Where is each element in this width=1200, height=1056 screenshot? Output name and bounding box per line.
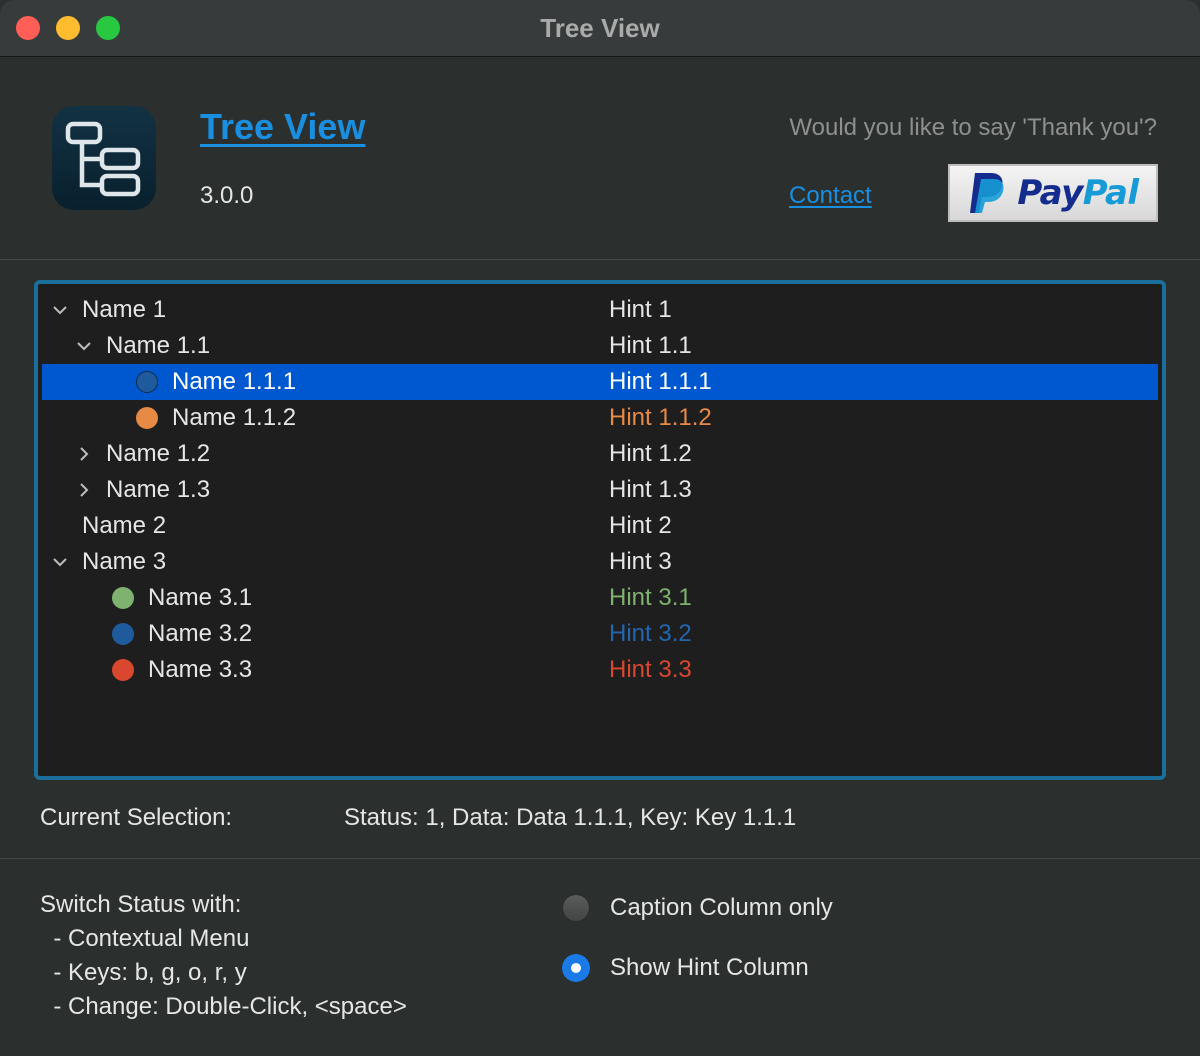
chevron-down-icon[interactable] xyxy=(50,292,70,328)
help-heading: Switch Status with: xyxy=(40,891,242,918)
row-name: Name 3.3 xyxy=(148,656,253,683)
tree-row[interactable]: Name 1.3 Hint 1.3 xyxy=(42,472,1158,508)
app-window: Tree View Tree View 3.0.0 Would you like… xyxy=(0,0,1200,1056)
row-name: Name 1.1.1 xyxy=(172,368,297,395)
row-name: Name 1.3 xyxy=(106,476,211,503)
app-version: 3.0.0 xyxy=(200,182,254,209)
row-name: Name 1.1 xyxy=(106,332,211,359)
paypal-button[interactable]: PayPal xyxy=(948,164,1158,222)
help-line: - Contextual Menu xyxy=(40,925,250,952)
row-name: Name 1 xyxy=(82,296,167,323)
tree-row[interactable]: Name 3 Hint 3 xyxy=(42,544,1158,580)
paypal-p-icon xyxy=(970,173,1005,213)
help-line: - Change: Double-Click, <space> xyxy=(40,993,407,1020)
thank-you-prompt: Would you like to say 'Thank you'? xyxy=(789,114,1157,141)
window-title: Tree View xyxy=(540,13,660,43)
help-line: - Keys: b, g, o, r, y xyxy=(40,959,247,986)
status-dot-red-icon xyxy=(112,659,134,681)
row-name: Name 2 xyxy=(82,512,167,539)
tree-row[interactable]: Name 1.2 Hint 1.2 xyxy=(42,436,1158,472)
caption-column-only-option[interactable]: Caption Column only xyxy=(562,893,833,923)
row-name: Name 1.2 xyxy=(106,440,211,467)
radio-selected[interactable] xyxy=(562,954,590,982)
tree-row-selected[interactable]: Name 1.1.1 Hint 1.1.1 xyxy=(42,364,1158,400)
tree-outline-view[interactable]: Name 1 Hint 1 Name 1.1 Hint 1.1 Name 1.1… xyxy=(34,280,1166,780)
current-selection-value: Status: 1, Data: Data 1.1.1, Key: Key 1.… xyxy=(344,804,797,831)
app-tree-icon xyxy=(52,106,156,210)
tree-row[interactable]: Name 1.1 Hint 1.1 xyxy=(42,328,1158,364)
tree-row[interactable]: Name 1.1.2 Hint 1.1.2 xyxy=(42,400,1158,436)
header-divider xyxy=(0,259,1200,260)
row-hint: Hint 1.1.1 xyxy=(609,368,712,395)
row-hint: Hint 1.1 xyxy=(609,332,692,359)
status-dot-green-icon xyxy=(112,587,134,609)
chevron-right-icon[interactable] xyxy=(74,436,94,472)
row-hint: Hint 3.1 xyxy=(609,584,692,611)
tree-row[interactable]: Name 3.3 Hint 3.3 xyxy=(42,652,1158,688)
tree-rows: Name 1 Hint 1 Name 1.1 Hint 1.1 Name 1.1… xyxy=(42,292,1158,688)
app-name-link[interactable]: Tree View xyxy=(200,106,365,148)
row-name: Name 3 xyxy=(82,548,167,575)
status-dot-blue-icon xyxy=(136,371,158,393)
row-hint: Hint 1.1.2 xyxy=(609,404,712,431)
radio-label: Caption Column only xyxy=(610,894,833,921)
radio-unselected[interactable] xyxy=(562,894,590,922)
row-name: Name 1.1.2 xyxy=(172,404,297,431)
row-name: Name 3.1 xyxy=(148,584,253,611)
title-bar: Tree View xyxy=(0,0,1200,57)
status-dot-orange-icon xyxy=(136,407,158,429)
row-hint: Hint 1 xyxy=(609,296,672,323)
chevron-down-icon[interactable] xyxy=(50,544,70,580)
tree-row[interactable]: Name 3.2 Hint 3.2 xyxy=(42,616,1158,652)
status-dot-blue-icon xyxy=(112,623,134,645)
row-hint: Hint 3.2 xyxy=(609,620,692,647)
row-hint: Hint 1.3 xyxy=(609,476,692,503)
footer-divider xyxy=(0,858,1200,859)
row-hint: Hint 3.3 xyxy=(609,656,692,683)
chevron-right-icon[interactable] xyxy=(74,472,94,508)
row-hint: Hint 3 xyxy=(609,548,672,575)
paypal-wordmark: PayPal xyxy=(1017,173,1139,213)
row-name: Name 3.2 xyxy=(148,620,253,647)
contact-link[interactable]: Contact xyxy=(789,182,872,210)
tree-row[interactable]: Name 2 Hint 2 xyxy=(42,508,1158,544)
current-selection-label: Current Selection: xyxy=(40,804,233,831)
row-hint: Hint 1.2 xyxy=(609,440,692,467)
row-hint: Hint 2 xyxy=(609,512,672,539)
radio-label: Show Hint Column xyxy=(610,954,809,981)
chevron-down-icon[interactable] xyxy=(74,328,94,364)
tree-row[interactable]: Name 3.1 Hint 3.1 xyxy=(42,580,1158,616)
show-hint-column-option[interactable]: Show Hint Column xyxy=(562,953,809,983)
tree-row[interactable]: Name 1 Hint 1 xyxy=(42,292,1158,328)
